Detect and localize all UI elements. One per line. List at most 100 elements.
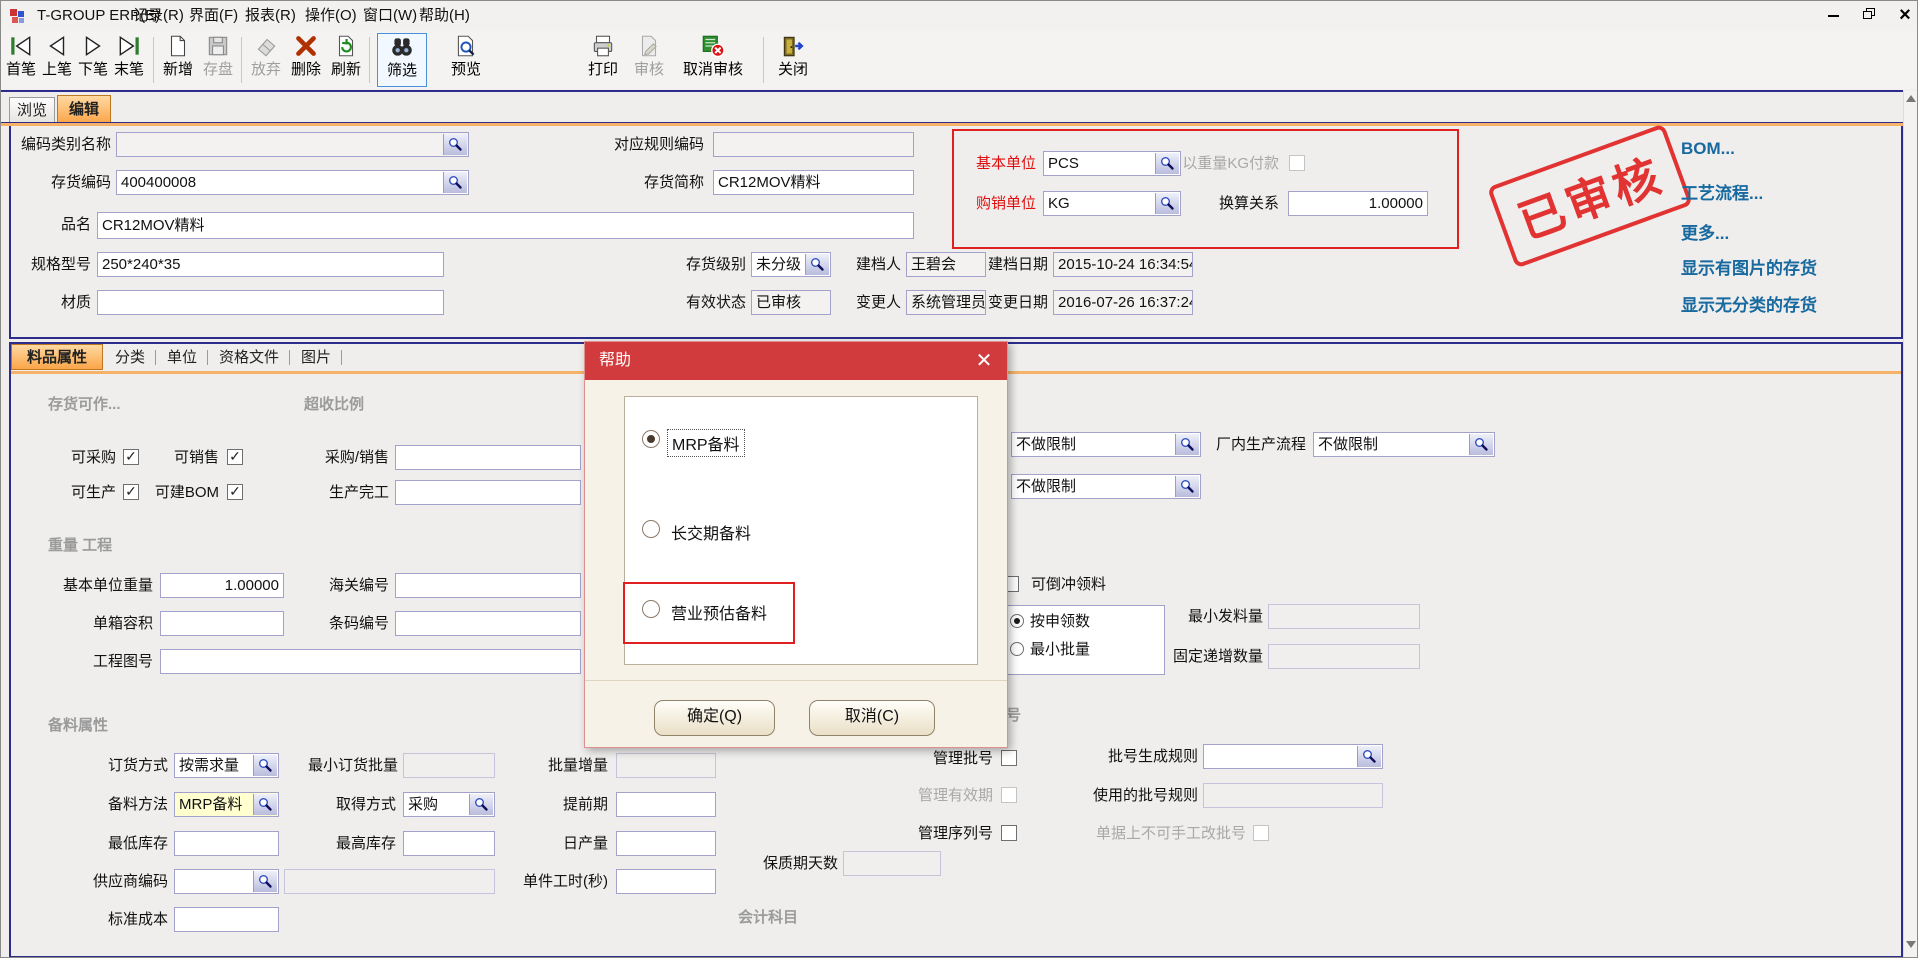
option-forecast-radio[interactable] (642, 600, 660, 618)
item-abbr-field[interactable]: CR12MOV精料 (713, 170, 914, 195)
conversion-field[interactable]: 1.00000 (1288, 191, 1428, 216)
ok-button[interactable]: 确定(Q) (654, 700, 775, 736)
preview-button[interactable]: 预览 (446, 33, 486, 87)
dialog-close-button[interactable]: ✕ (971, 348, 997, 374)
lookup-button[interactable] (1175, 476, 1199, 497)
cancel-audit-button[interactable]: 取消审核 (673, 33, 753, 87)
factory-flow-field[interactable]: 不做限制 (1313, 432, 1495, 457)
tab-item-attributes[interactable]: 料品属性 (11, 344, 103, 370)
supplier-code-field[interactable] (174, 869, 279, 894)
unit-time-field[interactable] (616, 869, 716, 894)
option-long-lead-radio[interactable] (642, 520, 660, 538)
limit-field-1[interactable]: 不做限制 (1011, 432, 1201, 457)
daily-output-field[interactable] (616, 831, 716, 856)
link-process-flow[interactable]: 工艺流程... (1681, 179, 1763, 204)
menu-window[interactable]: 窗口(W) (359, 1, 421, 31)
restore-button[interactable] (1857, 5, 1881, 25)
lead-time-field[interactable] (616, 792, 716, 817)
min-issue-field (1268, 604, 1420, 629)
close-window-button[interactable]: × (1893, 5, 1917, 25)
order-mode-field[interactable]: 按需求量 (174, 753, 279, 778)
print-button[interactable]: 打印 (581, 33, 625, 87)
std-cost-field[interactable] (174, 907, 279, 932)
last-record-button[interactable]: 末笔 (111, 33, 147, 87)
cancel-button[interactable]: 取消(C) (809, 700, 935, 736)
batch-rule-field[interactable] (1203, 744, 1383, 769)
close-form-button[interactable]: 关闭 (773, 33, 813, 87)
option-mrp-label[interactable]: MRP备料 (667, 429, 745, 457)
vertical-scrollbar[interactable] (1903, 91, 1918, 958)
tab-qualification-files[interactable]: 资格文件 (211, 345, 287, 371)
first-record-button[interactable]: 首笔 (3, 33, 39, 87)
spec-field[interactable]: 250*240*35 (97, 252, 444, 277)
by-request-radio[interactable] (1010, 614, 1024, 628)
scroll-up-button[interactable] (1906, 95, 1917, 106)
trade-unit-field[interactable]: KG (1043, 191, 1181, 216)
option-mrp-radio[interactable] (642, 430, 660, 448)
filter-button[interactable]: 筛选 (377, 33, 427, 87)
item-name-field[interactable]: CR12MOV精料 (97, 212, 914, 239)
buyable-checkbox[interactable]: ✓ (123, 449, 139, 465)
lookup-button[interactable] (1357, 746, 1381, 767)
link-bom[interactable]: BOM... (1681, 139, 1735, 159)
material-field[interactable] (97, 290, 444, 315)
minimize-button[interactable] (1821, 5, 1845, 25)
min-stock-field[interactable] (174, 831, 279, 856)
magnifier-icon (1180, 479, 1195, 494)
option-long-lead-label[interactable]: 长交期备料 (671, 520, 751, 544)
menu-interface[interactable]: 界面(F) (185, 1, 242, 31)
link-more[interactable]: 更多... (1681, 219, 1729, 244)
lookup-button[interactable] (805, 254, 829, 275)
tab-unit[interactable]: 单位 (159, 345, 205, 371)
base-weight-field[interactable]: 1.00000 (160, 573, 284, 598)
acquire-mode-field[interactable]: 采购 (403, 792, 495, 817)
option-forecast-label[interactable]: 营业预估备料 (671, 600, 767, 624)
lookup-button[interactable] (469, 794, 493, 815)
min-batch-radio[interactable] (1010, 642, 1024, 656)
tab-browse[interactable]: 浏览 (9, 97, 55, 123)
item-level-field[interactable]: 未分级 (751, 252, 831, 277)
delete-button[interactable]: 删除 (287, 33, 325, 87)
tab-image[interactable]: 图片 (293, 345, 339, 371)
box-volume-field[interactable] (160, 611, 284, 636)
link-show-with-image[interactable]: 显示有图片的存货 (1681, 254, 1817, 279)
new-button[interactable]: 新增 (159, 33, 197, 87)
max-stock-field[interactable] (403, 831, 495, 856)
prev-record-button[interactable]: 上笔 (39, 33, 75, 87)
production-done-field[interactable] (395, 480, 581, 505)
limit-field-2[interactable]: 不做限制 (1011, 474, 1201, 499)
manage-batch-checkbox[interactable] (1001, 750, 1017, 766)
lookup-button[interactable] (443, 172, 467, 193)
refresh-button[interactable]: 刷新 (327, 33, 365, 87)
lookup-button[interactable] (443, 134, 467, 155)
producible-checkbox[interactable]: ✓ (123, 484, 139, 500)
manage-serial-checkbox[interactable] (1001, 825, 1017, 841)
customs-code-field[interactable] (395, 573, 581, 598)
purchase-sale-field[interactable] (395, 445, 581, 470)
lookup-button[interactable] (1155, 193, 1179, 214)
menu-help[interactable]: 帮助(H) (415, 1, 474, 31)
link-show-unclassified[interactable]: 显示无分类的存货 (1681, 291, 1817, 316)
lookup-button[interactable] (1469, 434, 1493, 455)
barcode-field[interactable] (395, 611, 581, 636)
bom-able-checkbox[interactable]: ✓ (227, 484, 243, 500)
scroll-down-button[interactable] (1906, 941, 1917, 952)
menu-operate[interactable]: 操作(O) (301, 1, 361, 31)
pay-by-kg-checkbox (1289, 155, 1305, 171)
prep-method-field[interactable]: MRP备料 (174, 792, 279, 817)
menu-report[interactable]: 报表(R) (241, 1, 300, 31)
tab-edit[interactable]: 编辑 (57, 95, 111, 123)
next-record-button[interactable]: 下笔 (75, 33, 111, 87)
lookup-button[interactable] (253, 794, 277, 815)
coding-category-field[interactable] (116, 132, 469, 157)
sellable-checkbox[interactable]: ✓ (227, 449, 243, 465)
item-code-field[interactable]: 400400008 (116, 170, 469, 195)
menu-record[interactable]: 记录(R) (129, 1, 188, 31)
tab-classification[interactable]: 分类 (107, 345, 153, 371)
lookup-button[interactable] (253, 755, 277, 776)
lookup-button[interactable] (1175, 434, 1199, 455)
lookup-button[interactable] (253, 871, 277, 892)
order-mode-label: 订货方式 (98, 753, 168, 778)
drawing-no-field[interactable] (160, 649, 581, 674)
binoculars-icon (389, 35, 415, 59)
